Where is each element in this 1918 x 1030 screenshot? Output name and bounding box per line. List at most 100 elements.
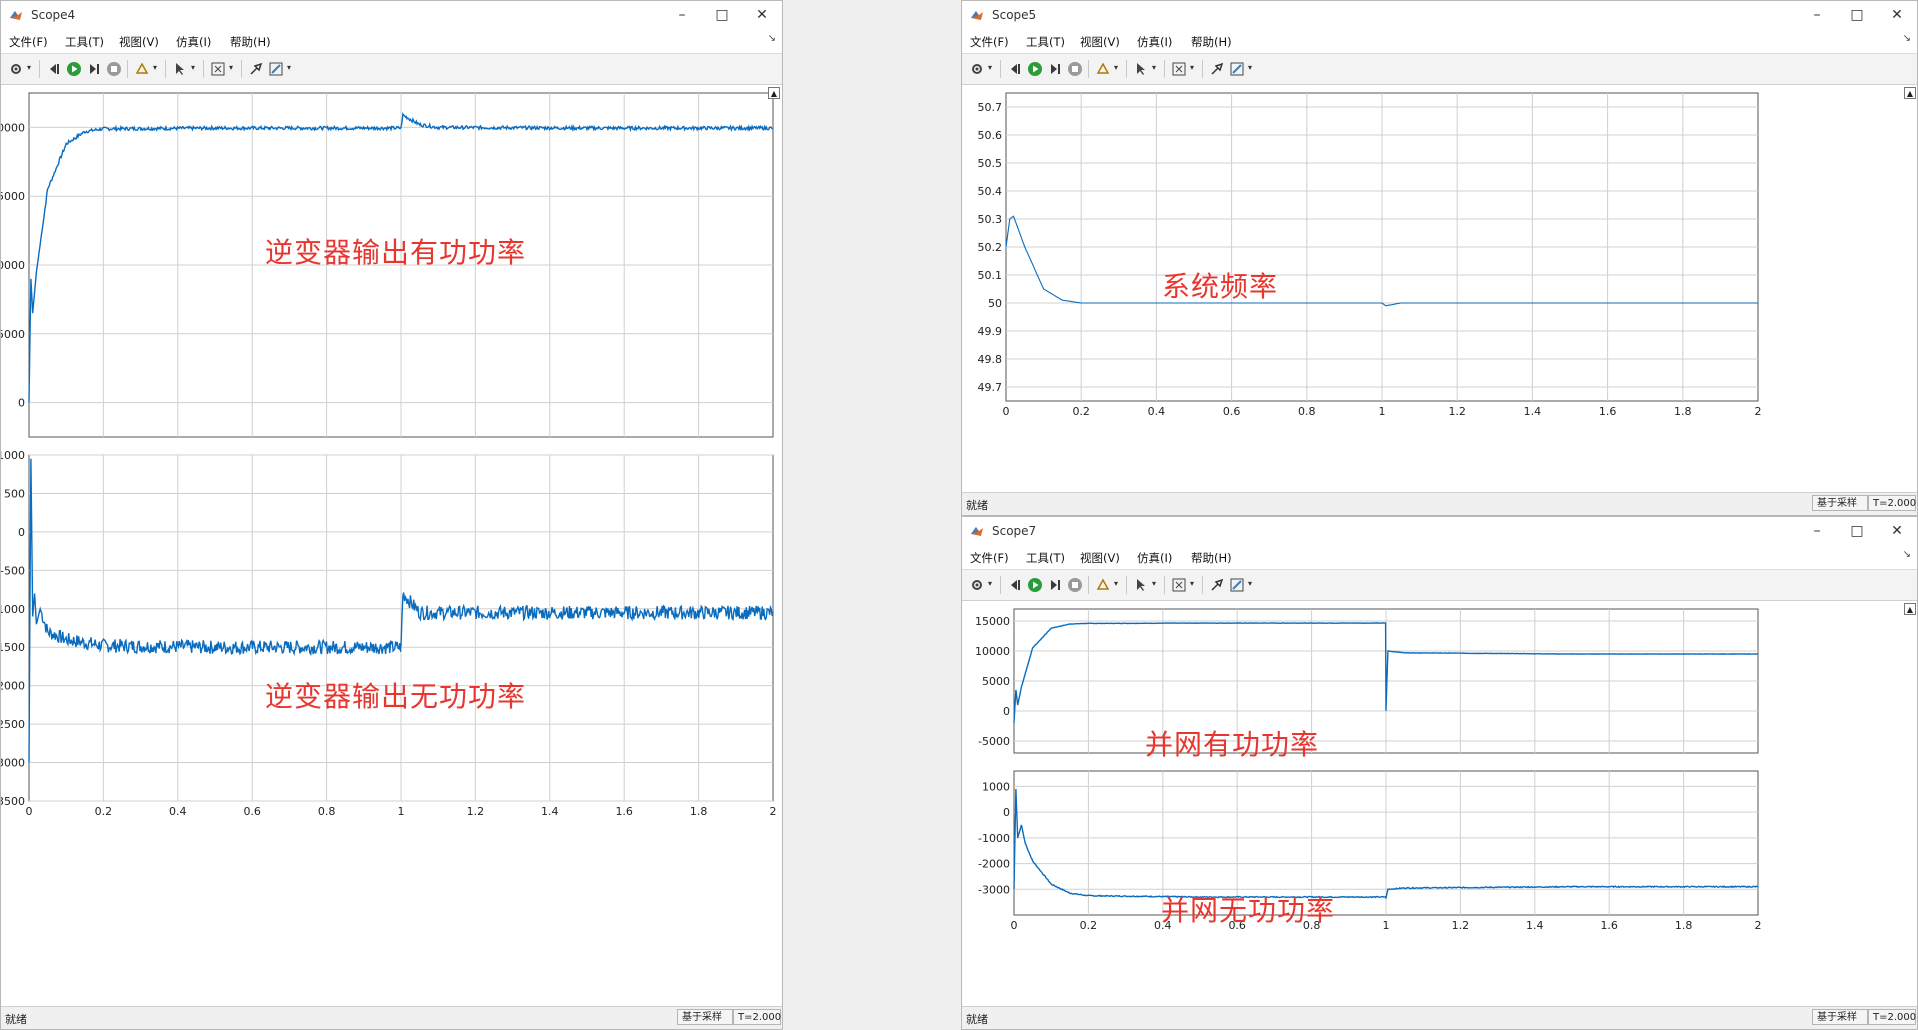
probe-icon[interactable]	[247, 60, 265, 78]
step-forward-icon[interactable]	[1046, 60, 1064, 78]
style-edit-icon[interactable]	[267, 60, 285, 78]
dropdown-caret-icon[interactable]: ▾	[1248, 579, 1252, 588]
menu-simulation[interactable]: 仿真(I)	[176, 34, 211, 50]
highlight-icon[interactable]	[133, 60, 151, 78]
step-back-icon[interactable]	[1006, 60, 1024, 78]
dropdown-caret-icon[interactable]: ▾	[287, 63, 291, 72]
stop-icon[interactable]	[1066, 60, 1084, 78]
undock-icon[interactable]: ↘	[1903, 33, 1911, 44]
run-icon[interactable]	[1026, 60, 1044, 78]
menu-help[interactable]: 帮助(H)	[230, 34, 271, 50]
menu-view[interactable]: 视图(V)	[119, 34, 159, 50]
system-frequency-ytick-label: 50.5	[978, 157, 1003, 170]
dropdown-caret-icon[interactable]: ▾	[1190, 579, 1194, 588]
scope4-titlebar[interactable]: Scope4 – □ ✕	[1, 1, 782, 29]
system-frequency-ytick-label: 50.2	[978, 241, 1003, 254]
style-edit-icon[interactable]	[1228, 60, 1246, 78]
undock-icon[interactable]: ↘	[1903, 549, 1911, 560]
minimize-icon[interactable]: –	[1797, 4, 1837, 26]
minimize-icon[interactable]: –	[1797, 520, 1837, 542]
menu-file[interactable]: 文件(F)	[970, 550, 1009, 566]
status-ready: 就绪	[966, 1013, 988, 1026]
zoom-fit-icon[interactable]	[209, 60, 227, 78]
menu-simulation[interactable]: 仿真(I)	[1137, 34, 1172, 50]
inverter-reactive-power-ytick-label: -500	[0, 564, 25, 577]
step-back-icon[interactable]	[45, 60, 63, 78]
minimize-icon[interactable]: –	[662, 4, 702, 26]
settings-gear-icon[interactable]	[968, 60, 986, 78]
system-frequency-xtick-label: 1	[1379, 405, 1386, 418]
menu-help[interactable]: 帮助(H)	[1191, 34, 1232, 50]
scope5-menubar: 文件(F) 工具(T) 视图(V) 仿真(I) 帮助(H) ↘	[962, 29, 1917, 54]
dropdown-caret-icon[interactable]: ▾	[1114, 579, 1118, 588]
settings-gear-icon[interactable]	[968, 576, 986, 594]
step-forward-icon[interactable]	[1046, 576, 1064, 594]
menu-view[interactable]: 视图(V)	[1080, 550, 1120, 566]
dropdown-caret-icon[interactable]: ▾	[153, 63, 157, 72]
settings-gear-icon[interactable]	[7, 60, 25, 78]
close-icon[interactable]: ✕	[1877, 520, 1917, 542]
toolbar-separator	[1088, 60, 1089, 78]
step-back-icon[interactable]	[1006, 576, 1024, 594]
scope5-toolbar: ▾ ▾ ▾ ▾ ▾	[962, 54, 1917, 85]
scope7-titlebar[interactable]: Scope7 – □ ✕	[962, 517, 1917, 545]
grid-reactive-power-xtick-label: 1.8	[1675, 919, 1693, 932]
grid-reactive-power-xtick-label: 1	[1383, 919, 1390, 932]
expand-icon[interactable]: ▲	[1904, 87, 1916, 99]
close-icon[interactable]: ✕	[742, 4, 782, 26]
inverter-reactive-power-xtick-label: 0	[26, 805, 33, 818]
grid-reactive-power-xtick-label: 1.6	[1600, 919, 1618, 932]
undock-icon[interactable]: ↘	[768, 33, 776, 44]
menu-file[interactable]: 文件(F)	[970, 34, 1009, 50]
zoom-fit-icon[interactable]	[1170, 576, 1188, 594]
scope4-menubar: 文件(F) 工具(T) 视图(V) 仿真(I) 帮助(H) ↘	[1, 29, 782, 54]
expand-icon[interactable]: ▲	[768, 87, 780, 99]
close-icon[interactable]: ✕	[1877, 4, 1917, 26]
scope4-statusbar: 就绪 基于采样 T=2.000	[1, 1006, 782, 1029]
cursor-measure-icon[interactable]	[1132, 576, 1150, 594]
dropdown-caret-icon[interactable]: ▾	[1114, 63, 1118, 72]
window-title: Scope5	[992, 8, 1037, 22]
system-frequency-ytick-label: 50.1	[978, 269, 1003, 282]
expand-icon[interactable]: ▲	[1904, 603, 1916, 615]
dropdown-caret-icon[interactable]: ▾	[1152, 63, 1156, 72]
cursor-measure-icon[interactable]	[171, 60, 189, 78]
menu-tools[interactable]: 工具(T)	[1026, 34, 1065, 50]
probe-icon[interactable]	[1208, 60, 1226, 78]
zoom-fit-icon[interactable]	[1170, 60, 1188, 78]
dropdown-caret-icon[interactable]: ▾	[988, 63, 992, 72]
highlight-icon[interactable]	[1094, 60, 1112, 78]
stop-icon[interactable]	[105, 60, 123, 78]
dropdown-caret-icon[interactable]: ▾	[229, 63, 233, 72]
menu-tools[interactable]: 工具(T)	[1026, 550, 1065, 566]
menu-tools[interactable]: 工具(T)	[65, 34, 104, 50]
menu-help[interactable]: 帮助(H)	[1191, 550, 1232, 566]
inverter-reactive-power-xtick-label: 0.2	[95, 805, 113, 818]
dropdown-caret-icon[interactable]: ▾	[1248, 63, 1252, 72]
inverter-active-power-ytick-label: 5000	[0, 328, 25, 341]
highlight-icon[interactable]	[1094, 576, 1112, 594]
grid-reactive-power-xtick-label: 0	[1011, 919, 1018, 932]
menu-view[interactable]: 视图(V)	[1080, 34, 1120, 50]
maximize-icon[interactable]: □	[1837, 520, 1877, 542]
run-icon[interactable]	[65, 60, 83, 78]
maximize-icon[interactable]: □	[1837, 4, 1877, 26]
cursor-measure-icon[interactable]	[1132, 60, 1150, 78]
maximize-icon[interactable]: □	[702, 4, 742, 26]
dropdown-caret-icon[interactable]: ▾	[1190, 63, 1194, 72]
scope7-statusbar: 就绪 基于采样 T=2.000	[962, 1006, 1917, 1029]
run-icon[interactable]	[1026, 576, 1044, 594]
scope5-titlebar[interactable]: Scope5 – □ ✕	[962, 1, 1917, 29]
grid-active-power-ytick-label: 5000	[982, 675, 1010, 688]
dropdown-caret-icon[interactable]: ▾	[1152, 579, 1156, 588]
step-forward-icon[interactable]	[85, 60, 103, 78]
style-edit-icon[interactable]	[1228, 576, 1246, 594]
menu-file[interactable]: 文件(F)	[9, 34, 48, 50]
grid-reactive-power-ytick-label: -2000	[978, 858, 1010, 871]
dropdown-caret-icon[interactable]: ▾	[191, 63, 195, 72]
stop-icon[interactable]	[1066, 576, 1084, 594]
dropdown-caret-icon[interactable]: ▾	[988, 579, 992, 588]
probe-icon[interactable]	[1208, 576, 1226, 594]
dropdown-caret-icon[interactable]: ▾	[27, 63, 31, 72]
menu-simulation[interactable]: 仿真(I)	[1137, 550, 1172, 566]
